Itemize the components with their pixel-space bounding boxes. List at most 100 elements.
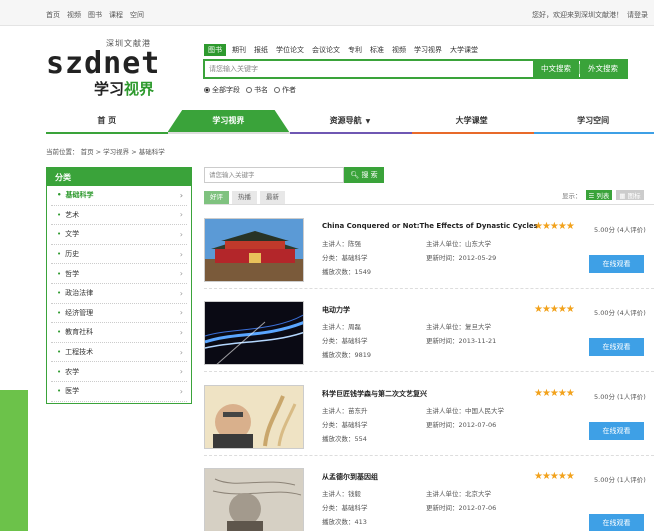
- search-tab-classroom[interactable]: 大学课堂: [448, 44, 480, 56]
- video-thumbnail[interactable]: [204, 468, 304, 531]
- result-speaker: 主讲人：周磊: [322, 323, 361, 331]
- rating-score: 5.00分 (1人评价): [594, 476, 646, 484]
- sidebar-item-history[interactable]: • 历史 ›: [51, 245, 187, 265]
- sidebar-item-engineering[interactable]: • 工程技术 ›: [51, 343, 187, 363]
- video-thumbnail[interactable]: [204, 301, 304, 365]
- result-title[interactable]: 电动力学: [322, 305, 350, 315]
- site-logo[interactable]: 深圳文献港 szdnet 学习视界: [46, 38, 176, 100]
- result-title[interactable]: China Conquered or Not:The Effects of Dy…: [322, 222, 538, 230]
- sidebar-item-education[interactable]: • 教育社科 ›: [51, 323, 187, 343]
- result-plays: 播放次数：554: [322, 435, 367, 443]
- sidebar-item-agriculture[interactable]: • 农学 ›: [51, 362, 187, 382]
- sidebar-item-politics-law[interactable]: • 政治法律 ›: [51, 284, 187, 304]
- result-updated: 更新时间：2012-07-06: [426, 421, 497, 429]
- login-link[interactable]: 请登录: [627, 11, 648, 19]
- video-thumbnail[interactable]: [204, 385, 304, 449]
- sidebar-item-literature[interactable]: • 文学 ›: [51, 225, 187, 245]
- nav-learning-vision[interactable]: 学习视界: [167, 110, 290, 132]
- search-tab-learning[interactable]: 学习视界: [412, 44, 444, 56]
- result-category: 分类：基础科学: [322, 254, 368, 262]
- top-link-home[interactable]: 首页: [46, 10, 60, 20]
- chevron-right-icon: ›: [179, 386, 183, 396]
- sidebar-item-basic-science[interactable]: • 基础科学 ›: [51, 186, 187, 206]
- radio-icon: [246, 87, 252, 93]
- radio-title[interactable]: 书名: [246, 85, 268, 95]
- nav-classroom[interactable]: 大学课堂: [411, 110, 533, 132]
- result-title[interactable]: 科学巨匠钱学森与第二次文艺复兴: [322, 389, 427, 399]
- result-org: 主讲人单位：复旦大学: [426, 323, 491, 331]
- welcome-text: 您好，欢迎来到深圳文献港！ 请登录: [532, 11, 648, 19]
- content-search-input[interactable]: 请您输入关键字: [204, 167, 344, 183]
- display-mode: 显示： ☰ 列表 ▦ 图标: [562, 190, 644, 200]
- chevron-right-icon: ›: [179, 210, 183, 220]
- content-search-button[interactable]: 🔍︎ 搜 索: [344, 167, 384, 183]
- search-icon: 🔍︎: [350, 171, 360, 179]
- decorative-green-bar: [0, 390, 28, 531]
- list-view-button[interactable]: ☰ 列表: [585, 190, 613, 200]
- chevron-right-icon: ›: [179, 367, 183, 377]
- search-tab-newspapers[interactable]: 报纸: [252, 44, 270, 56]
- main-search-box: 请您输入关键字 中文搜索 外文搜索: [203, 59, 628, 79]
- radio-author[interactable]: 作者: [274, 85, 296, 95]
- result-plays: 播放次数：1549: [322, 268, 372, 276]
- chevron-right-icon: ›: [179, 229, 183, 239]
- top-bar: 首页 视频 图书 课程 空间 您好，欢迎来到深圳文献港！ 请登录: [0, 0, 654, 26]
- breadcrumb: 当前位置： 首页 > 学习视界 > 基础科学: [46, 148, 165, 156]
- sort-tab-latest[interactable]: 最新: [260, 191, 285, 204]
- search-tab-patents[interactable]: 专利: [346, 44, 364, 56]
- sidebar-item-medicine[interactable]: • 医学 ›: [51, 382, 187, 402]
- chevron-down-icon: ▼: [365, 118, 371, 125]
- bullet-icon: •: [57, 328, 62, 337]
- bullet-icon: •: [57, 210, 62, 219]
- rating-stars-icon: ★★★★★: [534, 221, 575, 232]
- radio-all-fields[interactable]: 全部字段: [204, 85, 240, 95]
- watch-online-button[interactable]: 在线观看: [589, 422, 644, 440]
- search-tab-standards[interactable]: 标准: [368, 44, 386, 56]
- search-tab-video[interactable]: 视频: [390, 44, 408, 56]
- search-tab-conference[interactable]: 会议论文: [310, 44, 342, 56]
- result-speaker: 主讲人：钱毅: [322, 490, 361, 498]
- top-link-courses[interactable]: 课程: [109, 10, 123, 20]
- logo-tagline: 学习视界: [94, 80, 155, 98]
- rating-score: 5.00分 (4人评价): [594, 309, 646, 317]
- nav-space[interactable]: 学习空间: [532, 110, 654, 132]
- bullet-icon: •: [57, 387, 62, 396]
- sidebar-item-art[interactable]: • 艺术 ›: [51, 206, 187, 226]
- sort-tab-popular[interactable]: 热播: [232, 191, 257, 204]
- result-plays: 播放次数：9819: [322, 351, 372, 359]
- content-search: 请您输入关键字 🔍︎ 搜 索: [204, 167, 384, 183]
- chevron-right-icon: ›: [179, 190, 183, 200]
- result-title[interactable]: 从孟德尔到基因组: [322, 472, 378, 482]
- nav-underline-green: [46, 132, 168, 134]
- foreign-search-button[interactable]: 外文搜索: [580, 61, 626, 77]
- top-link-video[interactable]: 视频: [67, 10, 81, 20]
- watch-online-button[interactable]: 在线观看: [589, 255, 644, 273]
- logo-wordmark: szdnet: [46, 46, 161, 81]
- rating-score: 5.00分 (4人评价): [594, 226, 646, 234]
- sidebar-item-philosophy[interactable]: • 哲学 ›: [51, 264, 187, 284]
- result-speaker: 主讲人：陈强: [322, 240, 361, 248]
- sidebar-item-economics[interactable]: • 经济管理 ›: [51, 304, 187, 324]
- video-thumbnail[interactable]: [204, 218, 304, 282]
- chinese-search-button[interactable]: 中文搜索: [533, 61, 579, 77]
- top-link-space[interactable]: 空间: [130, 10, 144, 20]
- search-tab-journals[interactable]: 期刊: [230, 44, 248, 56]
- top-link-books[interactable]: 图书: [88, 10, 102, 20]
- search-tab-theses[interactable]: 学位论文: [274, 44, 306, 56]
- result-category: 分类：基础科学: [322, 504, 368, 512]
- sort-tab-rating[interactable]: 好评: [204, 191, 229, 204]
- nav-home[interactable]: 首 页: [46, 110, 168, 132]
- result-item: 电动力学 主讲人：周磊 主讲人单位：复旦大学 分类：基础科学 更新时间：2013…: [204, 297, 654, 372]
- nav-resources[interactable]: 资源导航 ▼: [289, 110, 411, 132]
- bullet-icon: •: [57, 230, 62, 239]
- search-field-radios: 全部字段 书名 作者: [204, 85, 296, 95]
- main-nav: 首 页 学习视界 资源导航 ▼ 大学课堂 学习空间: [46, 110, 654, 134]
- sidebar-title: 分类: [47, 168, 191, 186]
- main-search-input[interactable]: 请您输入关键字: [205, 61, 533, 77]
- chevron-right-icon: ›: [179, 327, 183, 337]
- watch-online-button[interactable]: 在线观看: [589, 514, 644, 531]
- watch-online-button[interactable]: 在线观看: [589, 338, 644, 356]
- search-tab-books[interactable]: 图书: [204, 44, 226, 56]
- grid-view-button[interactable]: ▦ 图标: [616, 190, 644, 200]
- bullet-icon: •: [57, 250, 62, 259]
